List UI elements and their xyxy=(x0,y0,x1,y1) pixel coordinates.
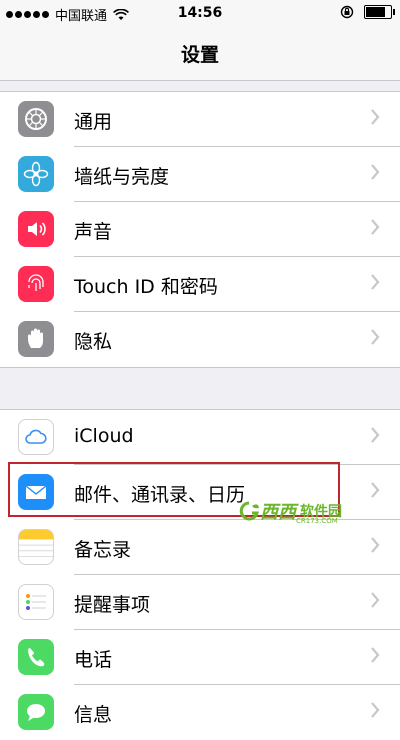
row-label: 提醒事项 xyxy=(74,594,151,616)
chevron-right-icon xyxy=(371,482,380,498)
row-label: 声音 xyxy=(74,221,113,243)
chevron-right-icon xyxy=(371,329,380,345)
settings-row-icloud[interactable]: iCloud xyxy=(0,410,400,465)
watermark-text: 西西 xyxy=(260,502,296,523)
speaker-icon xyxy=(18,211,54,247)
settings-row-general[interactable]: 通用 xyxy=(0,92,400,147)
chevron-right-icon xyxy=(371,647,380,663)
settings-row-messages[interactable]: 信息 xyxy=(0,685,400,740)
settings-row-phone[interactable]: 电话 xyxy=(0,630,400,685)
settings-group-1: 通用 墙纸与亮度 声音 Touch ID 和密码 隐私 xyxy=(0,91,400,368)
status-right xyxy=(340,5,395,19)
chevron-right-icon xyxy=(371,219,380,235)
reminders-icon xyxy=(18,584,54,620)
flower-icon xyxy=(18,156,54,192)
rotation-lock-icon xyxy=(340,5,354,19)
settings-group-2: iCloud 邮件、通讯录、日历 备忘录 提醒事项 电话 信息 xyxy=(0,409,400,740)
settings-row-reminders[interactable]: 提醒事项 xyxy=(0,575,400,630)
battery-icon xyxy=(364,5,395,19)
row-label: 墙纸与亮度 xyxy=(74,166,170,188)
chevron-right-icon xyxy=(371,537,380,553)
chevron-right-icon xyxy=(371,274,380,290)
page-title: 设置 xyxy=(180,44,219,66)
cloud-icon xyxy=(18,419,54,455)
messages-icon xyxy=(18,694,54,730)
gear-icon xyxy=(18,101,54,137)
chevron-right-icon xyxy=(371,109,380,125)
row-label: 信息 xyxy=(74,704,113,726)
settings-row-privacy[interactable]: 隐私 xyxy=(0,312,400,367)
watermark-url: CR173.COM xyxy=(296,517,338,525)
settings-row-sounds[interactable]: 声音 xyxy=(0,202,400,257)
row-label: 隐私 xyxy=(74,331,113,353)
chevron-right-icon xyxy=(371,427,380,443)
watermark-leaf-icon xyxy=(239,501,259,521)
settings-row-wallpaper-brightness[interactable]: 墙纸与亮度 xyxy=(0,147,400,202)
row-label: Touch ID 和密码 xyxy=(74,276,218,298)
status-bar: 中国联通 14:56 xyxy=(0,0,400,28)
battery-fill xyxy=(366,7,385,17)
hand-icon xyxy=(18,321,54,357)
notes-icon xyxy=(18,529,54,565)
chevron-right-icon xyxy=(371,702,380,718)
row-label: 电话 xyxy=(74,649,113,671)
phone-icon xyxy=(18,639,54,675)
watermark-logo: 西西 软件园 CR173.COM xyxy=(238,496,342,526)
settings-row-touchid-passcode[interactable]: Touch ID 和密码 xyxy=(0,257,400,312)
row-label: 通用 xyxy=(74,111,113,133)
chevron-right-icon xyxy=(371,592,380,608)
fingerprint-icon xyxy=(18,266,54,302)
row-label: iCloud xyxy=(74,425,134,447)
chevron-right-icon xyxy=(371,164,380,180)
navigation-bar: 设置 xyxy=(0,28,400,81)
settings-row-notes[interactable]: 备忘录 xyxy=(0,520,400,575)
row-label: 备忘录 xyxy=(74,539,132,561)
